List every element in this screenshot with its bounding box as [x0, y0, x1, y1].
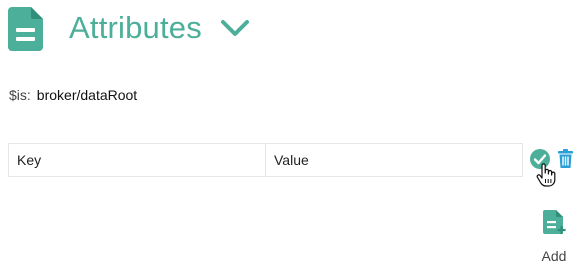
attributes-panel: Attributes $is: broker/dataRoot Key Valu…	[0, 0, 573, 268]
trash-icon[interactable]	[558, 149, 573, 168]
is-value: broker/dataRoot	[36, 87, 138, 103]
is-label: $is:	[9, 87, 31, 103]
check-circle-icon[interactable]	[530, 149, 550, 169]
document-icon	[8, 7, 43, 51]
add-document-icon	[543, 210, 566, 234]
add-button[interactable]: Add	[535, 210, 573, 268]
panel-title: Attributes	[69, 9, 202, 45]
value-input[interactable]	[265, 143, 523, 177]
key-input[interactable]	[8, 143, 266, 177]
attribute-row	[8, 143, 523, 177]
is-line: $is: broker/dataRoot	[9, 87, 137, 103]
add-label: Add	[541, 248, 567, 264]
panel-header: Attributes	[8, 6, 250, 52]
chevron-down-icon[interactable]	[220, 18, 250, 38]
